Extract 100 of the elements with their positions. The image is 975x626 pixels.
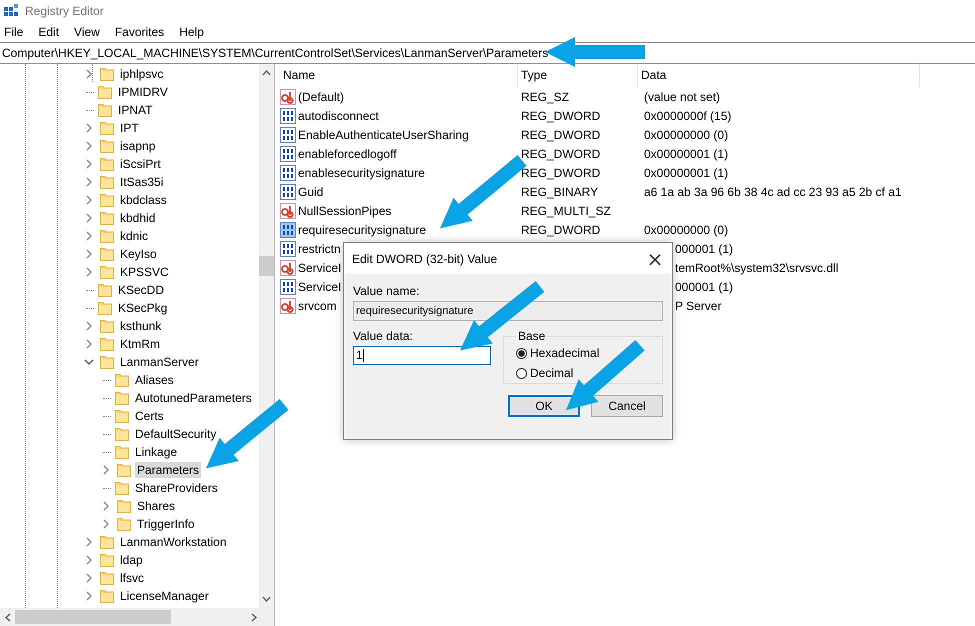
folder-icon xyxy=(100,265,114,279)
window-title: Registry Editor xyxy=(25,4,104,18)
value-data: 000001 (1) xyxy=(675,280,734,294)
radio-label[interactable]: Hexadecimal xyxy=(530,346,600,360)
tree-item[interactable]: TriggerInfo xyxy=(135,516,197,532)
menu-item[interactable]: Favorites xyxy=(114,25,164,39)
chevron-right-icon[interactable] xyxy=(84,159,94,169)
radio-button[interactable] xyxy=(516,348,527,358)
value-data: 0x00000001 (1) xyxy=(644,146,728,160)
chevron-right-icon[interactable] xyxy=(84,213,94,223)
menu-item[interactable]: Help xyxy=(179,25,204,39)
tree-item[interactable]: IPT xyxy=(118,120,141,136)
tree-item[interactable]: ldap xyxy=(118,552,145,568)
scroll-left-icon[interactable] xyxy=(5,612,11,622)
tree-item[interactable]: Certs xyxy=(133,408,166,424)
value-name[interactable]: autodisconnect xyxy=(298,108,379,122)
tree-item[interactable]: KtmRm xyxy=(118,336,162,352)
tree-item[interactable]: KeyIso xyxy=(118,246,159,262)
value-name[interactable]: requiresecuritysignature xyxy=(298,222,426,236)
tree-item[interactable]: LicenseManager xyxy=(118,588,211,604)
tree-item[interactable]: Aliases xyxy=(133,372,176,388)
tree-item[interactable]: ksthunk xyxy=(118,318,164,334)
tree-item[interactable]: KSecDD xyxy=(116,282,166,298)
value-data-field[interactable]: 1 xyxy=(353,346,491,365)
tree-item[interactable]: LanmanServer xyxy=(118,354,201,370)
tree-item[interactable]: ShareProviders xyxy=(133,480,220,496)
tree-item[interactable]: kbdhid xyxy=(118,210,158,226)
menu-item[interactable]: Edit xyxy=(38,25,60,39)
chevron-right-icon[interactable] xyxy=(84,267,94,277)
scroll-thumb[interactable] xyxy=(259,256,274,276)
value-name[interactable]: NullSessionPipes xyxy=(298,204,392,218)
value-name[interactable]: ServiceI xyxy=(298,260,342,274)
radio-label[interactable]: Decimal xyxy=(530,366,574,380)
scroll-down-icon[interactable] xyxy=(262,596,271,602)
horizontal-scrollbar[interactable] xyxy=(0,608,274,626)
tree-item[interactable]: ItSas35i xyxy=(118,174,166,190)
chevron-right-icon[interactable] xyxy=(101,465,111,475)
tree-item[interactable]: isapnp xyxy=(118,138,158,154)
close-button[interactable]: × xyxy=(638,243,672,274)
menu-item[interactable]: View xyxy=(74,25,100,39)
value-name[interactable]: EnableAuthenticateUserSharing xyxy=(298,128,469,142)
scroll-up-icon[interactable] xyxy=(262,70,271,76)
tree-item[interactable]: LanmanWorkstation xyxy=(118,534,228,550)
tree-item[interactable]: AutotunedParameters xyxy=(133,390,254,406)
tree-item[interactable]: kdnic xyxy=(118,228,150,244)
field-label: Value data: xyxy=(353,329,414,343)
chevron-right-icon[interactable] xyxy=(84,339,94,349)
value-type: REG_DWORD xyxy=(521,108,600,122)
value-data: temRoot%\system32\srvsvc.dll xyxy=(675,260,838,274)
value-name[interactable]: srvcom xyxy=(298,298,337,312)
column-header[interactable]: Name xyxy=(280,64,518,87)
radio-button[interactable] xyxy=(516,368,527,378)
tree-item[interactable]: kbdclass xyxy=(118,192,169,208)
value-type: REG_DWORD xyxy=(521,166,600,180)
value-name[interactable]: Guid xyxy=(298,184,324,198)
chevron-right-icon[interactable] xyxy=(84,321,94,331)
value-name[interactable]: ServiceI xyxy=(298,280,342,294)
tree-item[interactable]: KSecPkg xyxy=(116,300,170,316)
folder-icon xyxy=(100,193,114,207)
tree-item[interactable]: iScsiPrt xyxy=(118,156,163,172)
value-name-field[interactable]: requiresecuritysignature xyxy=(353,301,663,321)
tree-item[interactable]: lfsvc xyxy=(118,570,146,586)
chevron-right-icon[interactable] xyxy=(101,501,111,511)
scroll-thumb[interactable] xyxy=(15,610,171,624)
folder-icon xyxy=(117,499,131,513)
value-name[interactable]: (Default) xyxy=(298,90,344,104)
address-field[interactable]: Computer\HKEY_LOCAL_MACHINE\SYSTEM\CurrentControlSet\Services\LanmanServer\Parameters xyxy=(0,42,975,64)
cancel-button[interactable]: Cancel xyxy=(591,395,663,417)
chevron-right-icon[interactable] xyxy=(84,537,94,547)
chevron-right-icon[interactable] xyxy=(84,573,94,583)
chevron-right-icon[interactable] xyxy=(84,69,94,79)
folder-icon xyxy=(98,85,112,99)
chevron-right-icon[interactable] xyxy=(84,177,94,187)
tree-item[interactable]: IPNAT xyxy=(116,102,154,118)
registry-icon xyxy=(3,3,19,19)
tree-item[interactable]: iphlpsvc xyxy=(118,66,166,82)
tree-item[interactable]: Linkage xyxy=(133,444,180,460)
vertical-scrollbar[interactable] xyxy=(259,64,274,608)
tree-item[interactable]: IPMIDRV xyxy=(116,84,170,100)
chevron-down-icon[interactable] xyxy=(84,357,94,367)
value-name[interactable]: enableforcedlogoff xyxy=(298,146,397,160)
field-label: Value name: xyxy=(353,284,420,298)
chevron-right-icon[interactable] xyxy=(84,231,94,241)
tree-item[interactable]: KPSSVC xyxy=(118,264,171,280)
value-name[interactable]: enablesecuritysignature xyxy=(298,166,425,180)
chevron-right-icon[interactable] xyxy=(84,141,94,151)
scroll-right-icon[interactable] xyxy=(251,612,257,622)
value-name[interactable]: restrictn xyxy=(298,242,341,256)
value-type: REG_SZ xyxy=(521,90,570,104)
column-header[interactable]: Data xyxy=(638,64,920,87)
tree-item[interactable]: Parameters xyxy=(135,462,202,478)
chevron-right-icon[interactable] xyxy=(101,519,111,529)
chevron-right-icon[interactable] xyxy=(84,591,94,601)
chevron-right-icon[interactable] xyxy=(84,195,94,205)
tree-item[interactable]: DefaultSecurity xyxy=(133,426,218,442)
chevron-right-icon[interactable] xyxy=(84,123,94,133)
menu-item[interactable]: File xyxy=(4,25,24,39)
tree-item[interactable]: Shares xyxy=(135,498,178,514)
chevron-right-icon[interactable] xyxy=(84,555,94,565)
chevron-right-icon[interactable] xyxy=(84,249,94,259)
